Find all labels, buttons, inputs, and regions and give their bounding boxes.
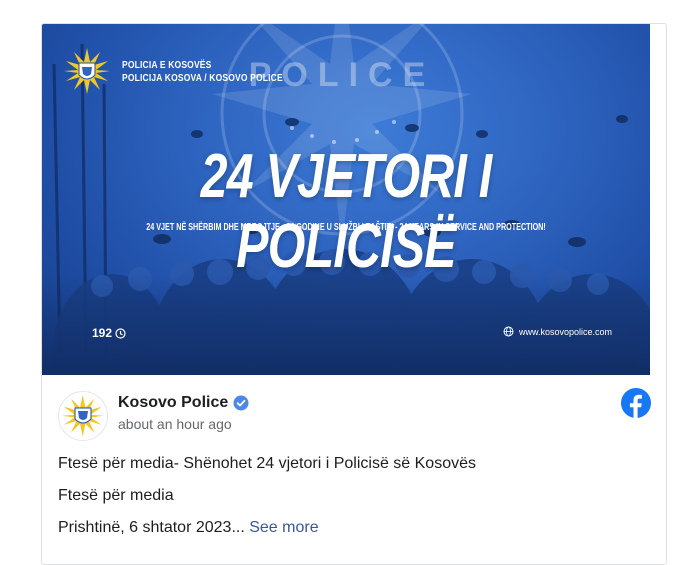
page-name-text[interactable]: Kosovo Police: [118, 394, 228, 412]
post-line-1: Ftesë për media- Shënohet 24 vjetori i P…: [58, 455, 476, 472]
post-line-2: Ftesë për media: [58, 487, 174, 504]
see-more-link[interactable]: See more: [249, 519, 318, 536]
post-body: Ftesë për media- Shënohet 24 vjetori i P…: [58, 455, 658, 551]
kosovo-police-emblem-icon: [64, 48, 110, 94]
post-meta: Kosovo Police about an hour ago Ftesë pë…: [42, 375, 666, 564]
post-line-3: Prishtinë, 6 shtator 2023... See more: [58, 519, 658, 537]
post-video-banner[interactable]: POLICE POLICIA E KOSOVËS POLICIJA KOSOVA…: [42, 24, 650, 375]
kosovo-police-avatar-icon: [59, 392, 107, 440]
post-timestamp[interactable]: about an hour ago: [118, 416, 232, 432]
website-url: www.kosovopolice.com: [518, 326, 612, 337]
avatar[interactable]: [58, 391, 108, 441]
org-line-serbian-english: POLICIJA KOSOVA / KOSOVO POLICE: [122, 73, 283, 84]
verified-badge-icon: [233, 395, 249, 411]
facebook-logo-icon[interactable]: [621, 388, 651, 418]
website-label: www.kosovopolice.com: [503, 326, 612, 337]
organization-name: POLICIA E KOSOVËS POLICIJA KOSOVA / KOSO…: [122, 59, 283, 85]
banner-subline: 24 VJET NË SHËRBIM DHE MBROJTJE - 24 GOD…: [146, 222, 546, 233]
post-line-3-text: Prishtinë, 6 shtator 2023...: [58, 519, 245, 536]
page-name[interactable]: Kosovo Police: [118, 394, 249, 412]
clock-icon: [115, 327, 126, 339]
view-count-value: 192: [92, 326, 113, 340]
org-line-albanian: POLICIA E KOSOVËS: [122, 60, 212, 71]
facebook-post-embed: POLICE POLICIA E KOSOVËS POLICIJA KOSOVA…: [41, 23, 667, 565]
banner-headline: 24 VJETORI I POLICISË: [200, 142, 493, 281]
globe-icon: [503, 326, 514, 337]
view-count: 192: [92, 326, 126, 340]
